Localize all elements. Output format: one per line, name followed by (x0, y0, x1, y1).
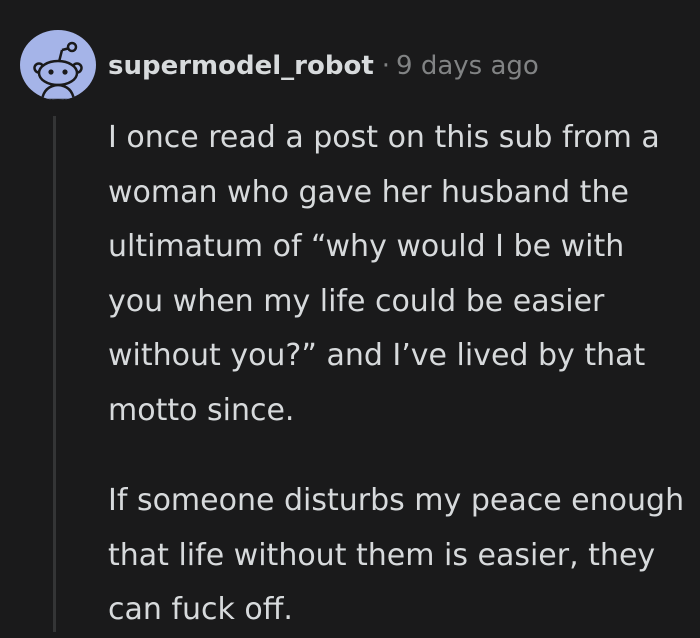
comment: supermodel_robot · 9 days ago I once read … (0, 0, 700, 632)
meta-separator: · (381, 51, 391, 81)
comment-body: I once read a post on this sub from a wo… (108, 111, 688, 638)
comment-meta: supermodel_robot · 9 days ago (108, 48, 539, 84)
thread-collapse-line[interactable] (53, 116, 56, 632)
avatar[interactable] (20, 30, 96, 100)
timestamp[interactable]: 9 days ago (396, 51, 539, 81)
snoo-avatar-icon (33, 41, 83, 100)
username[interactable]: supermodel_robot (108, 51, 374, 81)
comment-paragraph: I once read a post on this sub from a wo… (108, 120, 660, 428)
comment-paragraph: If someone disturbs my peace enough that… (108, 483, 685, 627)
